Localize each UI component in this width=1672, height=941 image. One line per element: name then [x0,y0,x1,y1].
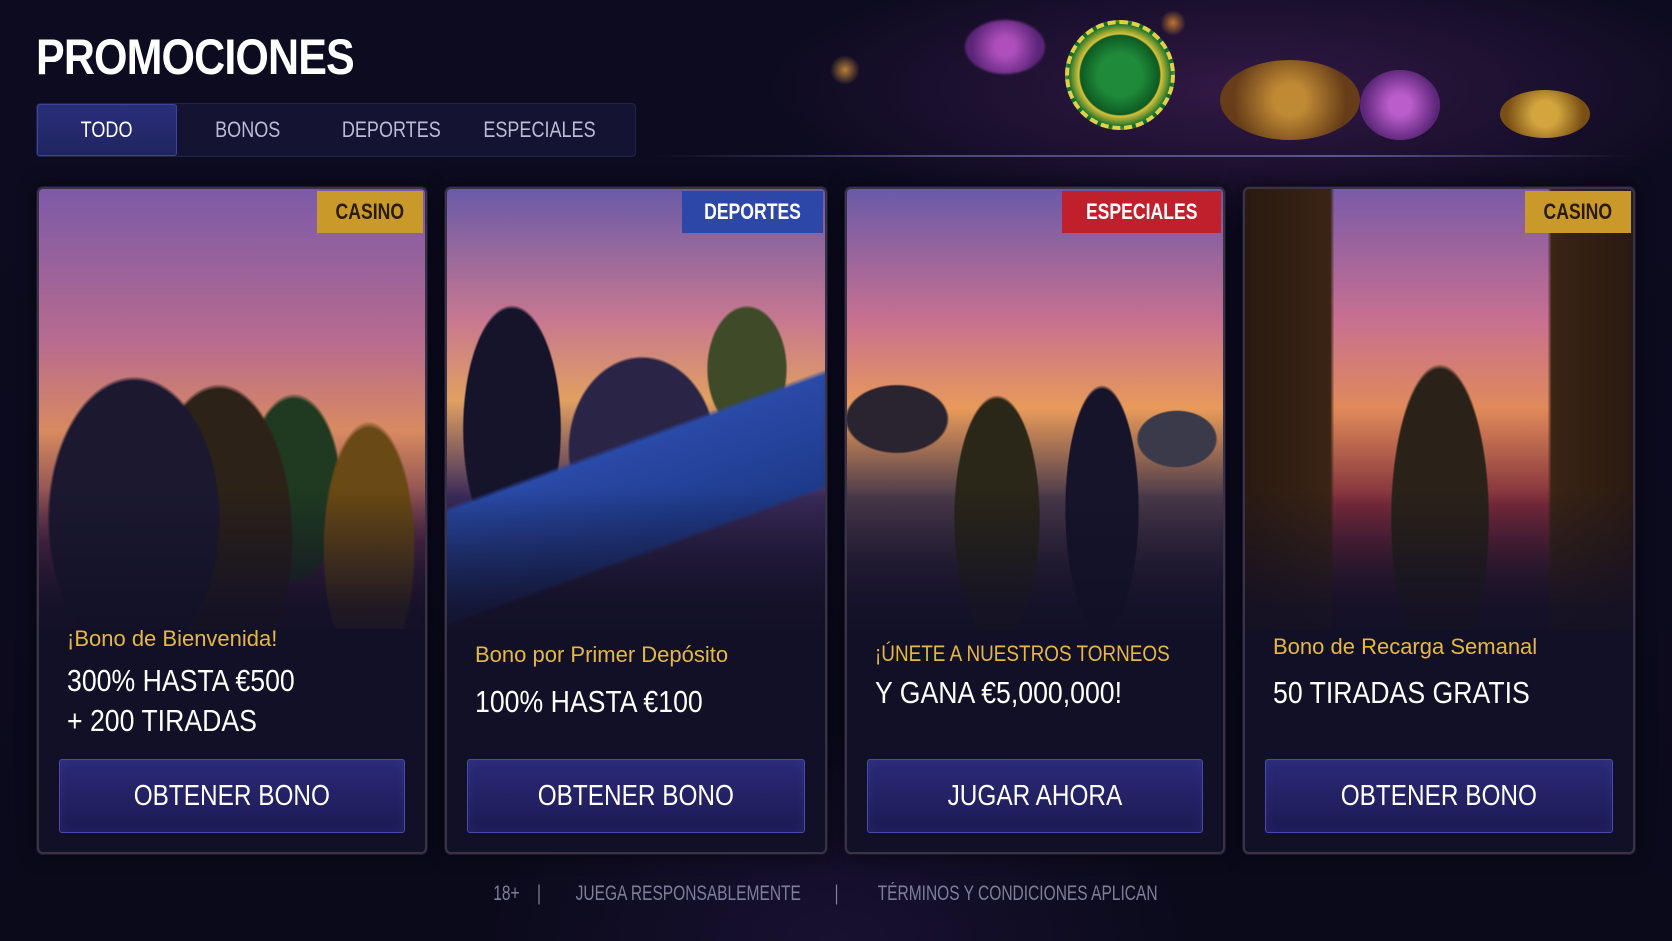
badge-label: ESPECIALES [1085,199,1198,224]
offer-line: + 200 TIRADAS [67,703,257,738]
badge-label: DEPORTES [704,199,801,224]
age-restriction: 18+ [493,882,521,905]
promo-card-weekly-reload: CASINO Bono de Recarga Semanal 50 TIRADA… [1243,187,1635,854]
category-badge: ESPECIALES [1061,191,1221,233]
button-label: OBTENER BONO [537,779,735,812]
footer-separator: | [835,882,840,905]
category-badge: CASINO [1525,191,1631,233]
button-label: JUGAR AHORA [947,779,1123,812]
tab-deportes[interactable]: DEPORTES [319,104,463,156]
sparkle-icon [830,55,860,85]
badge-label: CASINO [1543,199,1613,224]
obtener-bono-button[interactable]: OBTENER BONO [1265,759,1613,833]
subtitle-text: ¡ÚNETE A NUESTROS TORNEOS [875,641,1170,666]
chip-icon [1220,60,1360,140]
button-label: OBTENER BONO [1340,779,1538,812]
offer-line: 300% HASTA €500 [67,663,295,698]
promo-offer: Y GANA €5,000,000! [875,673,1162,713]
category-badge: DEPORTES [681,191,823,233]
header-divider [650,155,1635,157]
promo-offer: 100% HASTA €100 [475,682,740,722]
promotions-page: PROMOCIONES TODO BONOS DEPORTES ESPECIAL… [0,0,1672,941]
promo-tabs: TODO BONOS DEPORTES ESPECIALES [36,103,636,157]
promo-subtitle: Bono de Recarga Semanal [1273,634,1538,659]
tab-label: TODO [81,117,133,142]
button-label: OBTENER BONO [133,779,331,812]
promo-subtitle: Bono por Primer Depósito [475,642,729,667]
chip-icon [1500,90,1590,138]
promo-card-welcome: CASINO ¡Bono de Bienvenida! 300% HASTA €… [37,187,427,854]
tab-bonos[interactable]: BONOS [177,104,319,156]
jugar-ahora-button[interactable]: JUGAR AHORA [867,759,1203,833]
page-title: PROMOCIONES [36,29,355,85]
tab-especiales[interactable]: ESPECIALES [463,104,615,156]
obtener-bono-button[interactable]: OBTENER BONO [59,759,405,833]
promo-offer: 300% HASTA €500 + 200 TIRADAS [67,661,332,741]
badge-label: CASINO [335,199,405,224]
obtener-bono-button[interactable]: OBTENER BONO [467,759,805,833]
offer-line: Y GANA €5,000,000! [875,675,1123,710]
chip-icon [1360,70,1440,140]
category-badge: CASINO [317,191,423,233]
footer-separator: | [537,882,542,905]
card-fade [39,489,425,689]
responsible-gaming-link[interactable]: JUEGA RESPONSABLEMENTE [576,882,801,906]
tab-todo[interactable]: TODO [37,104,177,156]
terms-link[interactable]: TÉRMINOS Y CONDICIONES APLICAN [878,882,1158,906]
promo-card-tournaments: ESPECIALES ¡ÚNETE A NUESTROS TORNEOS Y G… [845,187,1225,854]
tab-label: ESPECIALES [482,117,596,142]
chip-icon [1065,20,1175,130]
promo-card-first-deposit: DEPORTES Bono por Primer Depósito 100% H… [445,187,827,854]
promo-offer: 50 TIRADAS GRATIS [1273,673,1572,713]
tab-label: BONOS [215,117,281,142]
promo-subtitle: ¡ÚNETE A NUESTROS TORNEOS [875,641,1218,667]
sparkle-icon [1160,10,1186,36]
promo-subtitle: ¡Bono de Bienvenida! [67,626,278,651]
offer-line: 50 TIRADAS GRATIS [1273,675,1530,710]
footer-disclaimer: 18+ | JUEGA RESPONSABLEMENTE | TÉRMINOS … [0,882,1672,906]
poker-chips-decoration [800,0,1672,160]
chip-icon [965,20,1045,74]
offer-line: 100% HASTA €100 [475,684,703,719]
tab-label: DEPORTES [341,117,441,142]
